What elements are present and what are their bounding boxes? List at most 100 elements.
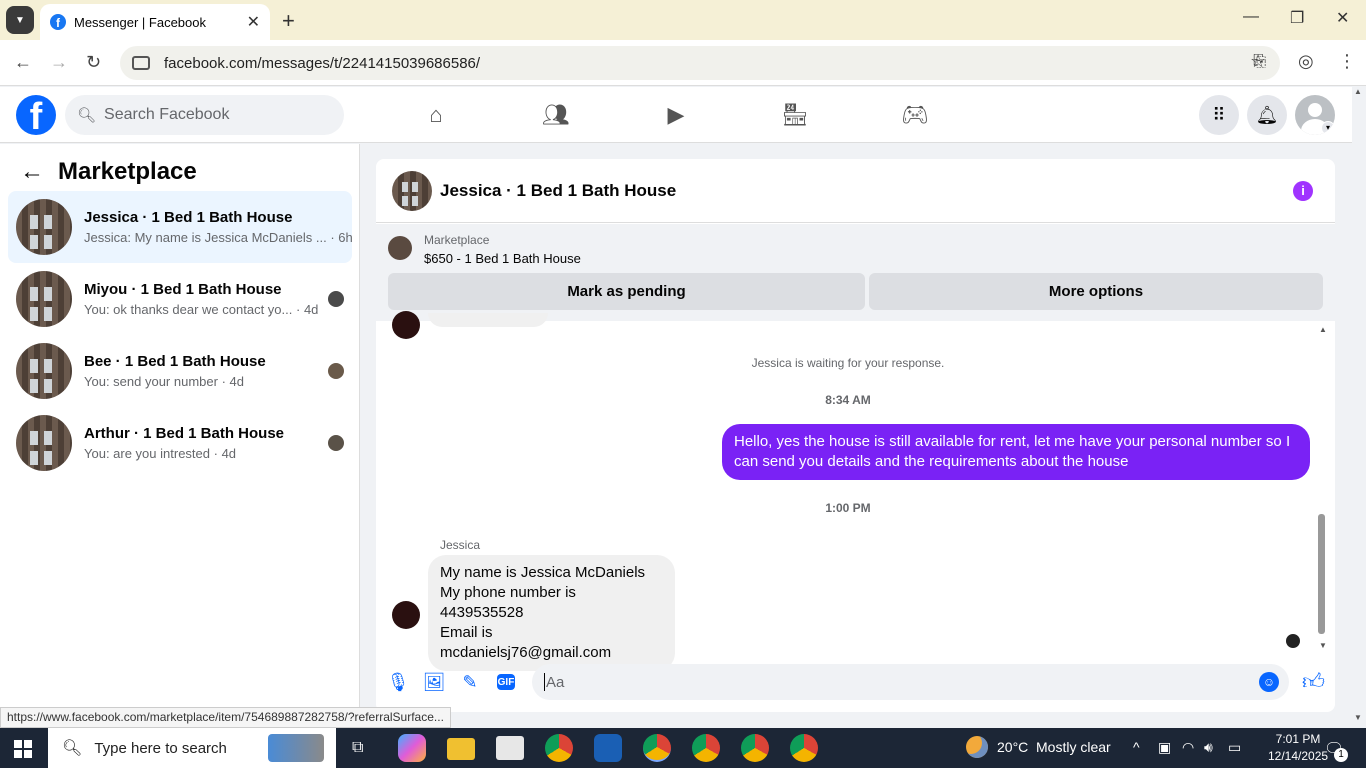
back-arrow-icon[interactable]: ← <box>20 158 44 186</box>
system-message: Jessica is waiting for your response. <box>751 356 945 370</box>
conversation-item[interactable]: Arthur · 1 Bed 1 Bath House You: are you… <box>8 407 352 479</box>
browser-tab[interactable]: f Messenger | Facebook ✕ <box>40 4 270 40</box>
scroll-up-arrow-icon[interactable]: ▲ <box>1354 87 1362 96</box>
tab-search-button[interactable]: ▼ <box>6 6 34 34</box>
sticker-icon[interactable]: ✎ <box>458 670 482 694</box>
windows-start-icon[interactable] <box>14 740 32 758</box>
volume-icon[interactable]: 🔊︎ <box>1204 739 1213 756</box>
conversation-item[interactable]: Bee · 1 Bed 1 Bath House You: send your … <box>8 335 352 407</box>
chat-title[interactable]: Jessica · 1 Bed 1 Bath House <box>440 181 676 201</box>
more-options-button[interactable]: More options <box>869 273 1323 310</box>
chat-listing-avatar[interactable] <box>392 170 432 211</box>
store-icon[interactable] <box>496 736 524 760</box>
account-avatar[interactable]: ▾ <box>1295 95 1335 135</box>
notifications-bell-icon[interactable]: 🔔︎ <box>1247 95 1287 135</box>
conversation-time: 4d <box>229 374 244 389</box>
chrome-icon[interactable] <box>790 734 818 762</box>
sidebar-title: Marketplace <box>58 158 197 185</box>
browser-tabbar: ▼ f Messenger | Facebook ✕ + — ❐ ✕ <box>0 0 1366 40</box>
clock-date: 12/14/2025 <box>1268 749 1329 763</box>
url-field[interactable]: facebook.com/messages/t/2241415039686586… <box>120 46 1280 80</box>
message-composer: 🎙︎ 🖼︎ ✎ GIF Aa ☺ 👍︎ <box>376 656 1335 712</box>
facebook-logo-icon[interactable]: f <box>16 95 56 135</box>
defender-icon[interactable] <box>594 734 622 762</box>
profile-icon[interactable]: ◎ <box>1298 51 1314 72</box>
menu-grid-icon[interactable]: ⠿ <box>1199 95 1239 135</box>
menu-kebab-icon[interactable]: ⋮ <box>1338 51 1356 72</box>
meet-icon[interactable]: ▣ <box>1158 739 1171 756</box>
page-scrollbar[interactable]: ▲ ▼ <box>1352 87 1366 728</box>
forward-button[interactable]: → <box>50 52 68 73</box>
minimize-button[interactable]: — <box>1243 8 1259 26</box>
marketplace-listing-bar: Marketplace $650 - 1 Bed 1 Bath House Ma… <box>376 224 1335 321</box>
incoming-message[interactable]: My name is Jessica McDaniels My phone nu… <box>428 555 675 671</box>
chevron-up-icon[interactable]: ^ <box>1133 739 1140 755</box>
previous-message-bubble <box>428 313 548 327</box>
chrome-icon[interactable] <box>545 734 573 762</box>
sender-avatar <box>392 311 420 339</box>
conversation-preview: You: are you intrested <box>84 446 210 461</box>
like-thumbs-up-icon[interactable]: 👍︎ <box>1302 668 1325 695</box>
close-tab-icon[interactable]: ✕ <box>247 12 260 32</box>
gif-icon[interactable]: GIF <box>497 674 515 690</box>
info-icon[interactable]: i <box>1293 181 1313 201</box>
scroll-down-arrow-icon[interactable]: ▼ <box>1354 713 1362 722</box>
task-view-icon[interactable]: ⧉ <box>352 739 363 757</box>
scroll-down-arrow-icon[interactable]: ▼ <box>1319 641 1327 650</box>
windows-taskbar: 🔍︎ Type here to search ⧉ 20°C Mostly cle… <box>0 728 1366 768</box>
battery-icon[interactable]: ▭ <box>1228 739 1241 756</box>
mark-as-pending-button[interactable]: Mark as pending <box>388 273 865 310</box>
close-window-button[interactable]: ✕ <box>1336 8 1349 28</box>
file-explorer-icon[interactable] <box>447 738 475 760</box>
maximize-button[interactable]: ❐ <box>1290 8 1304 28</box>
weather-temp[interactable]: 20°C <box>997 739 1028 755</box>
message-line: My name is Jessica McDaniels <box>440 564 646 581</box>
chat-panel: Jessica · 1 Bed 1 Bath House i Marketpla… <box>376 159 1335 712</box>
taskbar-search[interactable]: 🔍︎ Type here to search <box>48 728 336 768</box>
search-input[interactable]: 🔍︎ Search Facebook <box>65 95 344 135</box>
microphone-icon[interactable]: 🎙︎ <box>386 670 410 694</box>
back-button[interactable]: ← <box>14 52 32 73</box>
friends-icon[interactable]: 👥︎ <box>541 101 571 129</box>
message-thread[interactable]: Jessica is waiting for your response. 8:… <box>376 311 1335 671</box>
scrollbar-thumb[interactable] <box>1318 514 1325 634</box>
site-info-icon[interactable] <box>132 56 150 70</box>
read-receipt-avatar <box>1286 634 1300 648</box>
new-tab-button[interactable]: + <box>282 8 295 34</box>
sender-name: Jessica <box>440 538 481 552</box>
search-placeholder: Search Facebook <box>104 106 230 123</box>
outgoing-message[interactable]: Hello, yes the house is still available … <box>722 424 1310 480</box>
video-icon[interactable]: ▶ <box>661 101 691 129</box>
home-icon[interactable]: ⌂ <box>421 101 451 129</box>
conversation-item[interactable]: Jessica · 1 Bed 1 Bath House Jessica: My… <box>8 191 353 263</box>
sidebar-header: ← Marketplace <box>20 158 197 186</box>
taskbar-search-placeholder: Type here to search <box>94 739 227 757</box>
chrome-icon[interactable] <box>692 734 720 762</box>
facebook-favicon-icon: f <box>50 14 66 30</box>
notification-count-badge: 1 <box>1334 748 1348 762</box>
conversation-item[interactable]: Miyou · 1 Bed 1 Bath House You: ok thank… <box>8 263 352 335</box>
listing-price-title[interactable]: $650 - 1 Bed 1 Bath House <box>424 251 581 266</box>
scroll-up-arrow-icon[interactable]: ▲ <box>1319 325 1327 334</box>
timestamp: 1:00 PM <box>825 501 871 515</box>
weather-icon[interactable] <box>966 736 988 758</box>
message-input[interactable]: Aa ☺ <box>532 664 1289 700</box>
search-highlight-icon[interactable] <box>268 734 324 762</box>
photo-icon[interactable]: 🖼︎ <box>422 670 446 694</box>
wifi-icon[interactable]: ◠ <box>1182 739 1194 756</box>
clock-time: 7:01 PM <box>1275 732 1321 746</box>
weather-text[interactable]: Mostly clear <box>1036 739 1111 755</box>
marketplace-icon[interactable]: 🏪︎ <box>780 101 810 129</box>
chrome-icon[interactable] <box>741 734 769 762</box>
search-icon: 🔍︎ <box>62 740 83 757</box>
listing-thumbnail <box>16 343 72 399</box>
reload-button[interactable]: ↻ <box>86 52 101 73</box>
gaming-icon[interactable]: 🎮︎ <box>900 101 930 129</box>
emoji-icon[interactable]: ☺ <box>1259 672 1279 692</box>
conversation-preview: You: send your number <box>84 374 218 389</box>
copilot-icon[interactable] <box>398 734 426 762</box>
taskbar-clock[interactable]: 7:01 PM 12/14/2025 <box>1268 731 1328 765</box>
chrome-icon[interactable] <box>643 734 671 762</box>
bookmark-star-icon[interactable]: ☆ <box>1250 51 1266 72</box>
tab-title: Messenger | Facebook <box>74 14 206 30</box>
